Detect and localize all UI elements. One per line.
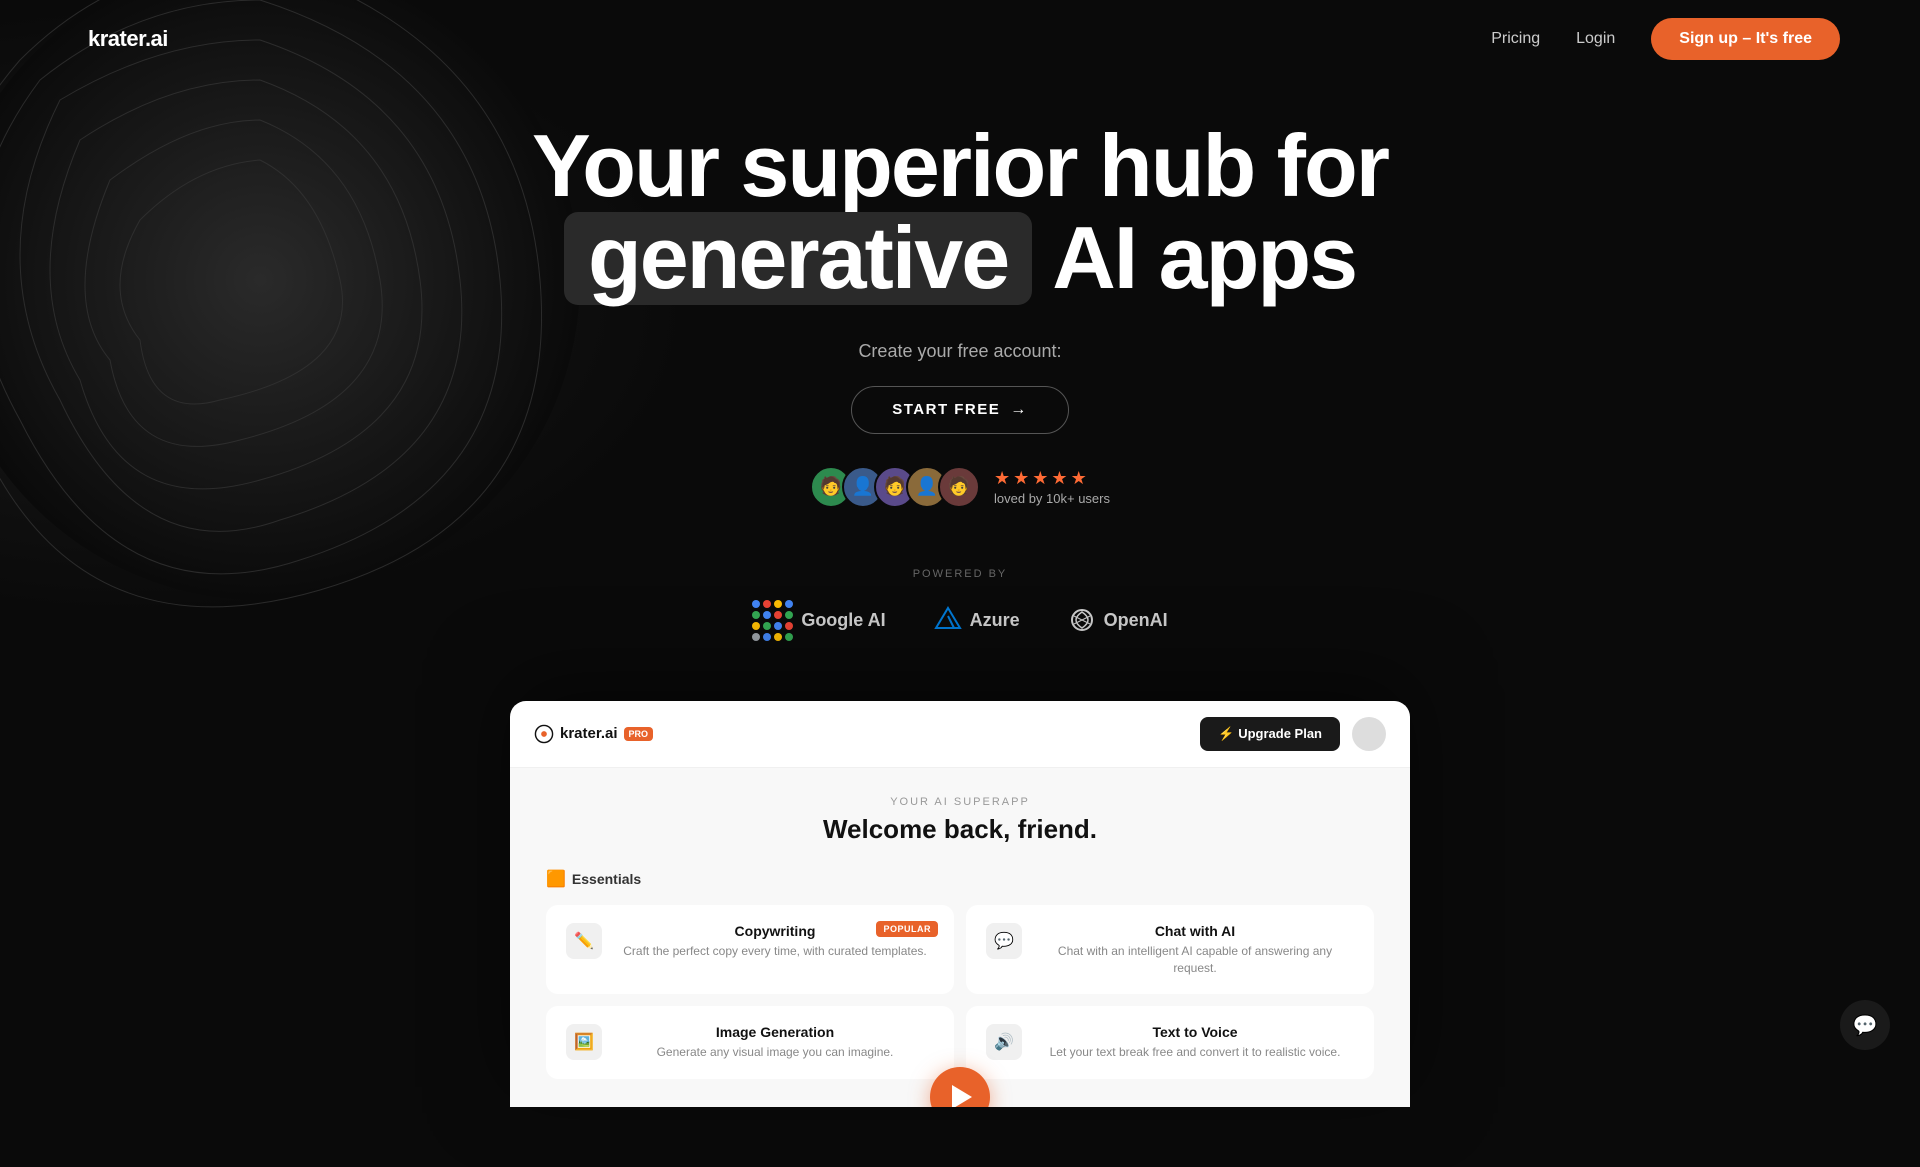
star-icon: ★ (1032, 468, 1048, 489)
google-ai-logo: Google AI (752, 600, 885, 641)
tool-info: Chat with AI Chat with an intelligent AI… (1036, 923, 1354, 977)
navbar: krater.ai Pricing Login Sign up – It's f… (0, 0, 1920, 78)
tool-name: Image Generation (616, 1024, 934, 1040)
hero-subtitle: Create your free account: (858, 341, 1061, 362)
tool-card-tts[interactable]: 🔊 Text to Voice Let your text break free… (966, 1006, 1374, 1079)
azure-logo: Azure (934, 606, 1020, 634)
tool-desc: Generate any visual image you can imagin… (616, 1044, 934, 1061)
google-dots-icon (752, 600, 793, 641)
star-icon: ★ (1071, 468, 1087, 489)
app-preview: krater.ai PRO ⚡ Upgrade Plan YOUR AI SUP… (510, 701, 1410, 1107)
star-icon: ★ (1013, 468, 1029, 489)
tool-desc: Craft the perfect copy every time, with … (616, 943, 934, 960)
essentials-header: 🟧 Essentials (546, 869, 1374, 889)
avatar-group: 🧑 👤 🧑 👤 🧑 (810, 466, 980, 508)
app-header-right: ⚡ Upgrade Plan (1200, 717, 1386, 751)
chat-icon: 💬 (986, 923, 1022, 959)
app-logo-text: krater.ai (560, 725, 618, 742)
hero-section: Your superior hub for generative AI apps… (0, 0, 1920, 1167)
essentials-icon: 🟧 (546, 869, 566, 889)
star-icon: ★ (1051, 468, 1067, 489)
tool-desc: Chat with an intelligent AI capable of a… (1036, 943, 1354, 977)
pricing-link[interactable]: Pricing (1491, 30, 1540, 48)
welcome-title: Welcome back, friend. (546, 814, 1374, 845)
image-gen-icon: 🖼️ (566, 1024, 602, 1060)
rating-block: ★ ★ ★ ★ ★ loved by 10k+ users (994, 468, 1110, 506)
powered-logos: Google AI Azure OpenAI (752, 600, 1167, 641)
azure-text: Azure (970, 610, 1020, 631)
play-triangle-icon (952, 1085, 972, 1107)
openai-logo: OpenAI (1068, 606, 1168, 634)
start-free-button[interactable]: START FREE → (851, 386, 1069, 434)
hero-title-suffix: AI apps (1052, 212, 1356, 304)
hero-title-line2: generative AI apps (564, 212, 1356, 304)
openai-text: OpenAI (1104, 610, 1168, 631)
logo-text: krater.ai (88, 26, 168, 52)
powered-label: POWERED BY (913, 568, 1008, 580)
powered-by-section: POWERED BY Google AI Azure (752, 568, 1167, 641)
user-avatar-button[interactable] (1352, 717, 1386, 751)
tool-name: Text to Voice (1036, 1024, 1354, 1040)
app-header: krater.ai PRO ⚡ Upgrade Plan (510, 701, 1410, 768)
openai-icon (1068, 606, 1096, 634)
social-proof: 🧑 👤 🧑 👤 🧑 ★ ★ ★ ★ ★ loved by 10k+ users (810, 466, 1110, 508)
azure-icon (934, 606, 962, 634)
app-logo: krater.ai PRO (534, 724, 653, 744)
nav-actions: Pricing Login Sign up – It's free (1491, 18, 1840, 60)
tool-card-copywriting[interactable]: ✏️ Copywriting Craft the perfect copy ev… (546, 905, 954, 995)
star-icon: ★ (994, 468, 1010, 489)
tools-grid: ✏️ Copywriting Craft the perfect copy ev… (546, 905, 1374, 1079)
nav-logo: krater.ai (80, 26, 168, 52)
essentials-label: Essentials (572, 871, 641, 887)
popular-badge: POPULAR (876, 921, 938, 937)
star-rating: ★ ★ ★ ★ ★ (994, 468, 1110, 489)
google-ai-text: Google AI (801, 610, 885, 631)
app-preview-wrapper: krater.ai PRO ⚡ Upgrade Plan YOUR AI SUP… (0, 701, 1920, 1107)
tool-card-chat[interactable]: 💬 Chat with AI Chat with an intelligent … (966, 905, 1374, 995)
avatar: 🧑 (938, 466, 980, 508)
arrow-icon: → (1010, 401, 1028, 419)
hero-highlight: generative (564, 212, 1032, 304)
tool-info: Text to Voice Let your text break free a… (1036, 1024, 1354, 1061)
tool-name: Chat with AI (1036, 923, 1354, 939)
tool-info: Image Generation Generate any visual ima… (616, 1024, 934, 1061)
chat-widget-button[interactable]: 💬 (1840, 1000, 1890, 1050)
upgrade-plan-button[interactable]: ⚡ Upgrade Plan (1200, 717, 1340, 751)
social-proof-text: loved by 10k+ users (994, 491, 1110, 506)
signup-button[interactable]: Sign up – It's free (1651, 18, 1840, 60)
superapp-label: YOUR AI SUPERAPP (546, 796, 1374, 808)
copywriting-icon: ✏️ (566, 923, 602, 959)
hero-title-line1: Your superior hub for (532, 120, 1388, 212)
app-logo-icon (534, 724, 554, 744)
app-logo-badge: PRO (624, 727, 654, 741)
tts-icon: 🔊 (986, 1024, 1022, 1060)
tool-desc: Let your text break free and convert it … (1036, 1044, 1354, 1061)
tool-card-image[interactable]: 🖼️ Image Generation Generate any visual … (546, 1006, 954, 1079)
app-body: YOUR AI SUPERAPP Welcome back, friend. 🟧… (510, 768, 1410, 1107)
login-link[interactable]: Login (1576, 30, 1615, 48)
chat-widget-icon: 💬 (1853, 1013, 1878, 1038)
